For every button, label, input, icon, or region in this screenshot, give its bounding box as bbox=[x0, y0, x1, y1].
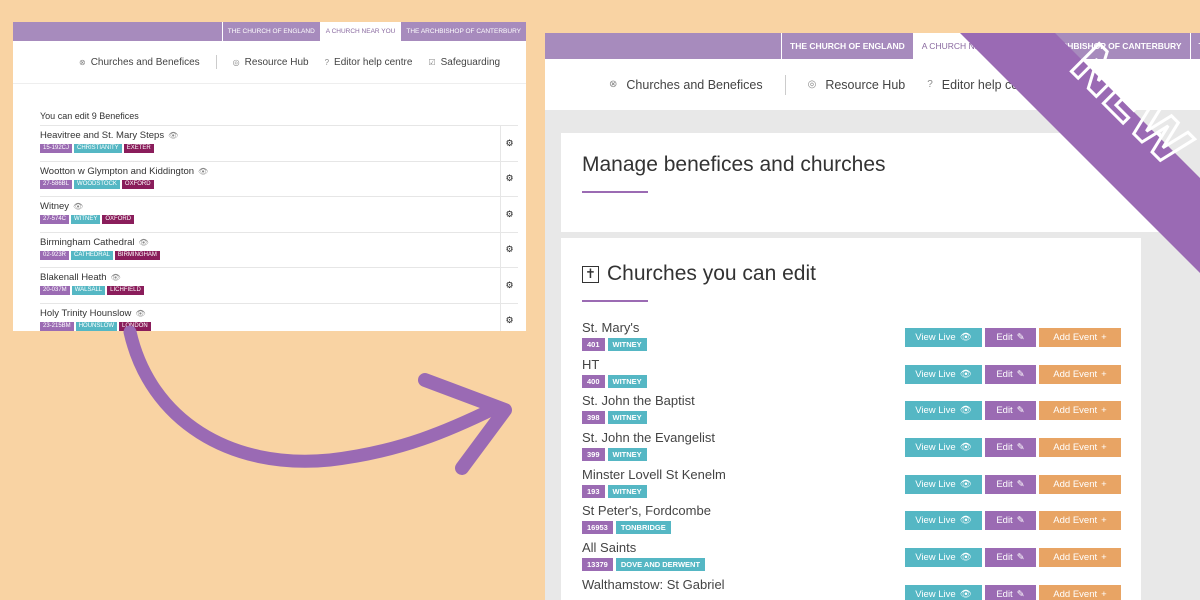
new-ribbon: NEW bbox=[960, 31, 1200, 273]
